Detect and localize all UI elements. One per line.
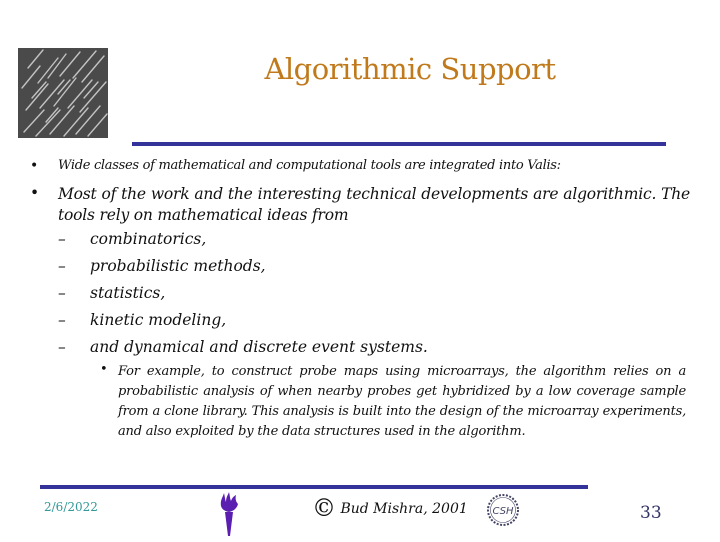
dash-icon: –	[58, 311, 66, 329]
dash-icon: –	[58, 284, 66, 302]
sub-item-text: probabilistic methods,	[90, 257, 266, 275]
footer-date: 2/6/2022	[44, 500, 98, 514]
torch-logo	[218, 492, 240, 542]
footer-divider	[40, 485, 588, 489]
copyright: © Bud Mishra, 2001	[312, 494, 468, 522]
sub-item-text: combinatorics,	[90, 230, 207, 248]
copyright-icon: ©	[312, 494, 336, 522]
sub-item-text: and dynamical and discrete event systems…	[90, 338, 428, 356]
page-number: 33	[640, 503, 662, 523]
slide-title: Algorithmic Support	[264, 52, 556, 86]
title-divider	[132, 142, 666, 146]
bullet-icon: •	[100, 362, 108, 377]
sub-item: – kinetic modeling,	[58, 311, 226, 329]
csh-seal-icon: CSH	[487, 494, 519, 526]
copyright-text: Bud Mishra, 2001	[340, 501, 468, 517]
texture-logo	[18, 48, 108, 138]
example-bullet: • For example, to construct probe maps u…	[100, 362, 686, 442]
csh-label: CSH	[492, 506, 514, 517]
sub-item: – probabilistic methods,	[58, 257, 266, 275]
torch-icon	[220, 492, 238, 536]
dash-icon: –	[58, 257, 66, 275]
bullet-text: Most of the work and the interesting tec…	[58, 185, 690, 224]
sub-item-text: kinetic modeling,	[90, 311, 227, 329]
sub-item-text: statistics,	[90, 284, 166, 302]
sub-item: – statistics,	[58, 284, 165, 302]
dash-icon: –	[58, 230, 66, 248]
example-text: For example, to construct probe maps usi…	[118, 364, 686, 439]
sub-item: – combinatorics,	[58, 230, 206, 248]
bullet-text: Wide classes of mathematical and computa…	[58, 158, 561, 173]
bullet-icon: •	[30, 158, 39, 174]
bullet-item: • Most of the work and the interesting t…	[30, 184, 690, 226]
streak-pattern-icon	[21, 49, 108, 137]
dash-icon: –	[58, 338, 66, 356]
csh-logo: CSH	[485, 492, 521, 532]
bullet-icon: •	[30, 184, 40, 202]
sub-item: – and dynamical and discrete event system…	[58, 338, 428, 356]
